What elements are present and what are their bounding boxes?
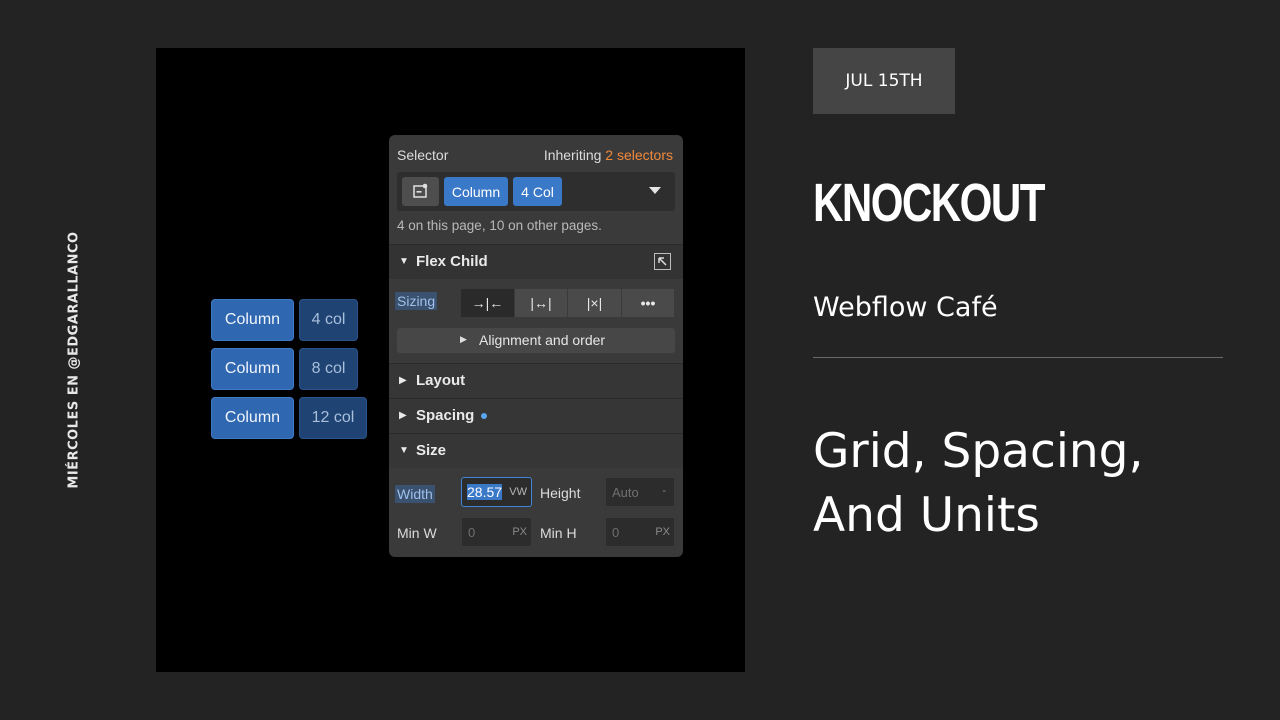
height-unit[interactable]: -: [662, 485, 666, 497]
width-unit[interactable]: VW: [509, 486, 527, 498]
layout-section-header[interactable]: ▶ Layout: [389, 363, 683, 398]
divider: [813, 357, 1223, 358]
selector-type-button[interactable]: [402, 177, 439, 206]
caret-right-icon: ▶: [399, 410, 407, 421]
usage-text: 4 on this page, 10 on other pages.: [397, 218, 602, 233]
brand-logo: KNOCKOUT: [813, 173, 1045, 233]
style-panel: Selector Inheriting 2 selectors Column 4…: [389, 135, 683, 557]
sizing-option-grow[interactable]: |↔|: [515, 289, 567, 317]
min-width-unit[interactable]: PX: [512, 526, 527, 538]
selector-pill-4col[interactable]: 4 Col: [513, 177, 562, 206]
episode-title-line-1: Grid, Spacing,: [813, 424, 1144, 479]
column-chip-3[interactable]: Column: [211, 397, 294, 439]
min-height-unit[interactable]: PX: [655, 526, 670, 538]
span-chip-8col[interactable]: 8 col: [299, 348, 358, 390]
width-value: 28.57: [467, 484, 503, 500]
spacing-section-header[interactable]: ▶ Spacing: [389, 398, 683, 433]
caret-down-icon: ▼: [399, 445, 409, 456]
inheriting-info: Inheriting 2 selectors: [544, 147, 673, 163]
caret-right-icon: ▶: [399, 375, 407, 386]
min-width-value: 0: [468, 525, 476, 540]
inheriting-prefix: Inheriting: [543, 147, 602, 163]
alignment-label: Alignment and order: [479, 332, 606, 348]
column-chip-2[interactable]: Column: [211, 348, 294, 390]
selector-label: Selector: [397, 147, 449, 163]
sizing-label: Sizing: [395, 292, 438, 310]
chevron-down-icon[interactable]: [649, 187, 661, 195]
min-width-input[interactable]: 0 PX: [461, 517, 532, 547]
sizing-option-more[interactable]: •••: [622, 289, 674, 317]
min-height-input[interactable]: 0 PX: [605, 517, 675, 547]
alignment-order-toggle[interactable]: ▶ Alignment and order: [397, 328, 675, 353]
width-label: Width: [395, 485, 435, 503]
size-section-header[interactable]: ▼ Size: [389, 433, 683, 468]
caret-down-icon: ▼: [399, 256, 409, 267]
video-frame: Column 4 col Column 8 col Column 12 col …: [156, 48, 745, 672]
min-height-value: 0: [612, 525, 620, 540]
inheriting-count-link[interactable]: 2 selectors: [605, 147, 673, 163]
modified-dot-indicator: [481, 413, 487, 419]
width-input[interactable]: 28.57 VW: [461, 477, 532, 507]
min-height-label: Min H: [540, 525, 577, 541]
sizing-option-shrink[interactable]: →|←: [461, 289, 514, 317]
class-selector-icon: [413, 183, 428, 198]
event-subtitle: Webflow Café: [813, 292, 998, 323]
height-input[interactable]: Auto -: [605, 477, 675, 507]
spacing-title: Spacing: [416, 407, 475, 424]
min-width-label: Min W: [397, 525, 437, 541]
expand-arrow-icon[interactable]: [654, 253, 671, 270]
episode-title-line-2: And Units: [813, 488, 1040, 543]
caret-right-icon: ▶: [460, 334, 467, 344]
height-label: Height: [540, 485, 581, 501]
span-chip-12col[interactable]: 12 col: [299, 397, 367, 439]
layout-title: Layout: [416, 372, 466, 389]
height-value: Auto: [612, 485, 639, 500]
size-title: Size: [416, 442, 447, 459]
flex-child-header[interactable]: ▼ Flex Child: [389, 244, 683, 279]
episode-title: Grid, Spacing, And Units: [813, 420, 1143, 548]
column-chip-1[interactable]: Column: [211, 299, 294, 341]
span-chip-4col[interactable]: 4 col: [299, 299, 358, 341]
sizing-option-none[interactable]: |×|: [568, 289, 621, 317]
selector-pill-column[interactable]: Column: [444, 177, 508, 206]
date-badge: JUL 15TH: [813, 48, 955, 114]
flex-child-title: Flex Child: [416, 253, 488, 270]
side-caption: MIÉRCOLES EN @EDGARALLANCO: [66, 231, 82, 489]
